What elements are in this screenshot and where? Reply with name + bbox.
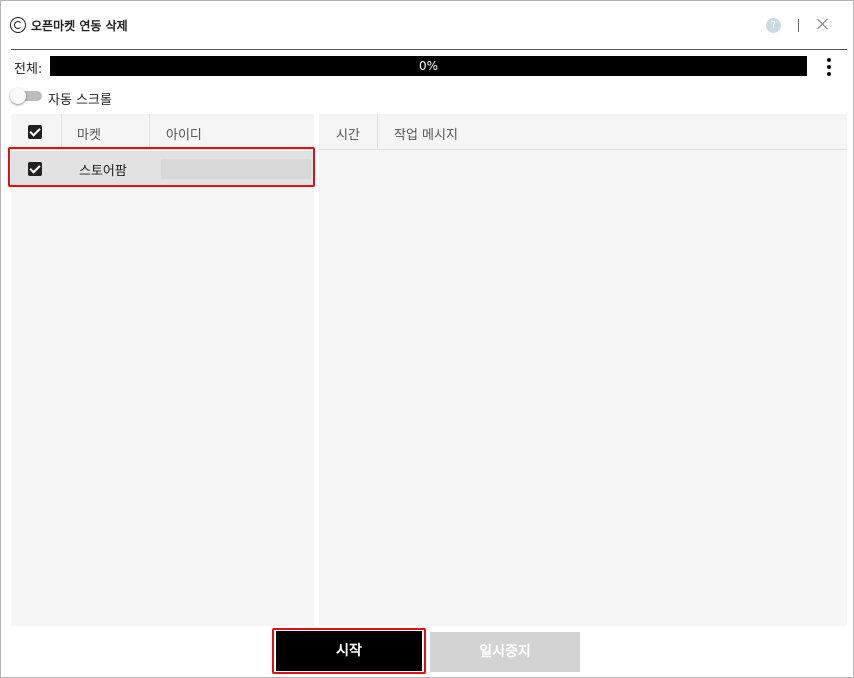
column-header-time: 시간 (336, 128, 360, 143)
log-table-header: 시간 작업 메시지 (319, 114, 847, 150)
title-bar: 오픈마켓 연동 삭제 ? (1, 1, 853, 49)
auto-scroll-toggle[interactable] (10, 88, 42, 104)
market-table-header: 마켓 아이디 (11, 114, 314, 150)
column-divider (61, 114, 62, 150)
pause-button[interactable]: 일시중지 (430, 632, 580, 672)
column-divider (377, 114, 378, 150)
toggle-knob (10, 88, 26, 104)
column-divider (149, 114, 150, 150)
progress-percent-text: 0% (418, 59, 439, 73)
more-vertical-icon[interactable] (825, 57, 833, 77)
column-header-id: 아이디 (166, 128, 202, 143)
column-header-market: 마켓 (77, 128, 101, 143)
select-all-checkbox[interactable] (28, 125, 42, 139)
title-divider-line (11, 49, 847, 50)
help-icon[interactable]: ? (766, 18, 781, 33)
auto-scroll-label: 자동 스크롤 (48, 93, 112, 108)
title-divider (798, 19, 799, 32)
row-market-name: 스토어팜 (79, 164, 127, 179)
market-list-panel: 마켓 아이디 스토어팜 (11, 114, 314, 626)
row-checkbox[interactable] (28, 162, 42, 176)
close-icon[interactable] (816, 17, 830, 31)
total-progress-bar: 0% (50, 56, 807, 76)
column-header-message: 작업 메시지 (394, 128, 458, 143)
total-progress-label: 전체: (14, 62, 43, 77)
window-title: 오픈마켓 연동 삭제 (31, 19, 128, 33)
table-row[interactable]: 스토어팜 (11, 151, 314, 187)
app-logo-icon (10, 17, 26, 33)
row-account-id (161, 159, 311, 179)
app-window: 오픈마켓 연동 삭제 ? 전체: 0% 자동 스크롤 마켓 아이디 스토어팜 시… (0, 0, 854, 678)
start-button[interactable]: 시작 (276, 631, 422, 671)
log-panel: 시간 작업 메시지 (319, 114, 847, 626)
